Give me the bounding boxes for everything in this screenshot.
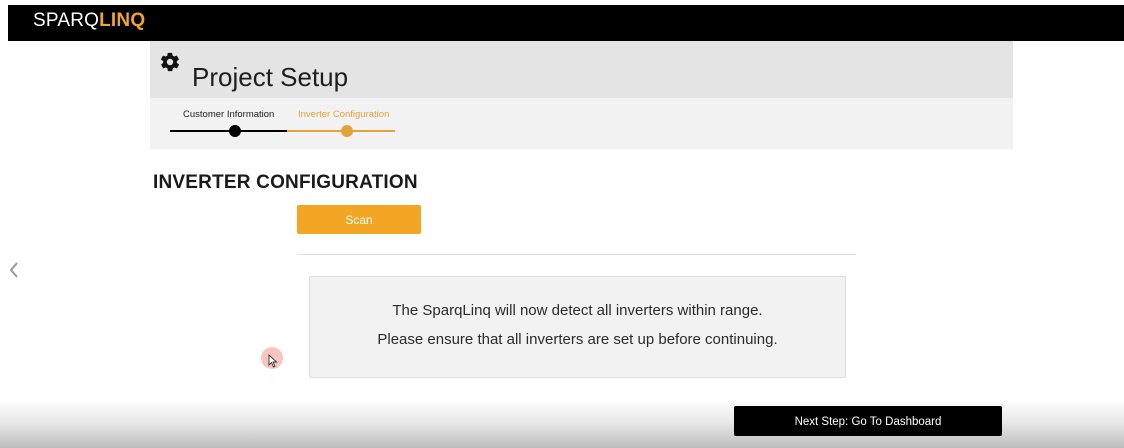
header-title-band: Project Setup (150, 41, 1013, 98)
brand-suffix: LINQ (99, 10, 146, 31)
step-dot-customer-information[interactable] (229, 125, 241, 137)
step-label-inverter-configuration[interactable]: Inverter Configuration (298, 109, 389, 121)
setup-stepper: Customer Information Inverter Configurat… (170, 103, 570, 143)
step-dot-inverter-configuration[interactable] (341, 125, 353, 137)
brand-logo: SPARQLINQ (33, 9, 145, 33)
mouse-pointer-icon (268, 354, 278, 368)
chevron-left-icon[interactable] (7, 260, 21, 280)
divider (297, 254, 856, 255)
info-message-box: The SparqLinq will now detect all invert… (309, 276, 846, 378)
info-message-line: The SparqLinq will now detect all invert… (392, 302, 763, 319)
brand-prefix: SPARQ (33, 10, 100, 31)
top-bar: SPARQLINQ (8, 5, 1124, 41)
step-label-customer-information[interactable]: Customer Information (183, 109, 274, 121)
scan-button[interactable]: Scan (297, 205, 421, 234)
gear-icon (160, 52, 180, 72)
info-message-line: Please ensure that all inverters are set… (377, 331, 778, 348)
next-step-button[interactable]: Next Step: Go To Dashboard (734, 406, 1002, 436)
app-root: SPARQLINQ Project Setup Customer Informa… (0, 0, 1124, 448)
section-heading: INVERTER CONFIGURATION (153, 172, 418, 193)
project-setup-header: Project Setup Customer Information Inver… (150, 41, 1013, 149)
page-title: Project Setup (192, 62, 349, 92)
